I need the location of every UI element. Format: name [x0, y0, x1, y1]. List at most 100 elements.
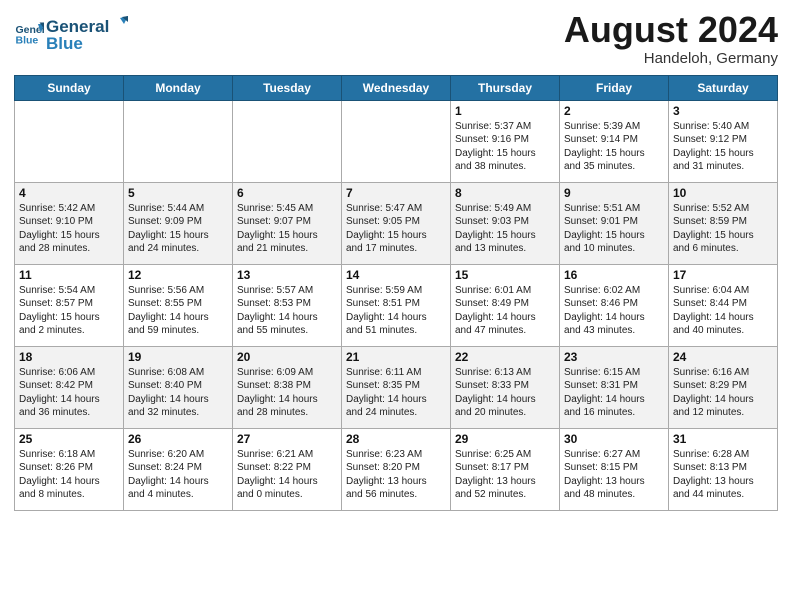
col-tuesday: Tuesday — [233, 75, 342, 100]
day-number: 22 — [455, 350, 555, 364]
calendar-cell: 8Sunrise: 5:49 AMSunset: 9:03 PMDaylight… — [451, 182, 560, 264]
calendar-cell: 10 Sunrise: 5:52 AMSunset: 8:59 PMDayligh… — [669, 182, 778, 264]
day-number: 8 — [455, 186, 555, 200]
calendar-cell: 29 Sunrise: 6:25 AMSunset: 8:17 PMDayligh… — [451, 428, 560, 510]
calendar-cell — [342, 100, 451, 182]
day-info: Sunrise: 6:18 AMSunset: 8:26 PMDaylight:… — [19, 448, 119, 502]
day-info: Sunrise: 5:45 AMSunset: 9:07 PMDaylight:… — [237, 202, 337, 256]
day-number: 15 — [455, 268, 555, 282]
calendar-cell: 15 Sunrise: 6:01 AMSunset: 8:49 PMDayligh… — [451, 264, 560, 346]
day-info: Sunrise: 5:39 AMSunset: 9:14 PMDaylight:… — [564, 120, 664, 174]
day-info: Sunrise: 5:51 AMSunset: 9:01 PMDaylight:… — [564, 202, 664, 256]
day-info: Sunrise: 6:02 AMSunset: 8:46 PMDaylight:… — [564, 284, 664, 338]
calendar-week-5: 25 Sunrise: 6:18 AMSunset: 8:26 PMDayligh… — [15, 428, 778, 510]
day-number: 5 — [128, 186, 228, 200]
day-number: 18 — [19, 350, 119, 364]
day-number: 3 — [673, 104, 773, 118]
day-info: Sunrise: 6:20 AMSunset: 8:24 PMDaylight:… — [128, 448, 228, 502]
day-number: 14 — [346, 268, 446, 282]
day-number: 30 — [564, 432, 664, 446]
calendar-week-2: 4Sunrise: 5:42 AMSunset: 9:10 PMDaylight… — [15, 182, 778, 264]
day-info: Sunrise: 5:40 AMSunset: 9:12 PMDaylight:… — [673, 120, 773, 174]
calendar-table: Sunday Monday Tuesday Wednesday Thursday… — [14, 75, 778, 511]
calendar-cell: 11Sunrise: 5:54 AMSunset: 8:57 PMDayligh… — [15, 264, 124, 346]
day-info: Sunrise: 6:25 AMSunset: 8:17 PMDaylight:… — [455, 448, 555, 502]
page: General Blue General Blue August 2024 Ha… — [0, 0, 792, 612]
calendar-cell: 7Sunrise: 5:47 AMSunset: 9:05 PMDaylight… — [342, 182, 451, 264]
day-info: Sunrise: 6:01 AMSunset: 8:49 PMDaylight:… — [455, 284, 555, 338]
col-saturday: Saturday — [669, 75, 778, 100]
day-info: Sunrise: 6:09 AMSunset: 8:38 PMDaylight:… — [237, 366, 337, 420]
col-monday: Monday — [124, 75, 233, 100]
col-friday: Friday — [560, 75, 669, 100]
day-number: 9 — [564, 186, 664, 200]
calendar-week-1: 1 Sunrise: 5:37 AMSunset: 9:16 PMDaylight… — [15, 100, 778, 182]
calendar-cell: 12 Sunrise: 5:56 AMSunset: 8:55 PMDayligh… — [124, 264, 233, 346]
day-number: 17 — [673, 268, 773, 282]
day-number: 21 — [346, 350, 446, 364]
calendar-cell: 21 Sunrise: 6:11 AMSunset: 8:35 PMDayligh… — [342, 346, 451, 428]
day-info: Sunrise: 6:04 AMSunset: 8:44 PMDaylight:… — [673, 284, 773, 338]
day-number: 24 — [673, 350, 773, 364]
day-number: 23 — [564, 350, 664, 364]
calendar-cell: 17 Sunrise: 6:04 AMSunset: 8:44 PMDayligh… — [669, 264, 778, 346]
day-number: 27 — [237, 432, 337, 446]
day-info: Sunrise: 6:21 AMSunset: 8:22 PMDaylight:… — [237, 448, 337, 502]
calendar-week-3: 11Sunrise: 5:54 AMSunset: 8:57 PMDayligh… — [15, 264, 778, 346]
day-number: 6 — [237, 186, 337, 200]
calendar-cell: 26 Sunrise: 6:20 AMSunset: 8:24 PMDayligh… — [124, 428, 233, 510]
calendar-cell: 1 Sunrise: 5:37 AMSunset: 9:16 PMDaylight… — [451, 100, 560, 182]
day-number: 19 — [128, 350, 228, 364]
day-info: Sunrise: 6:08 AMSunset: 8:40 PMDaylight:… — [128, 366, 228, 420]
calendar-cell: 25 Sunrise: 6:18 AMSunset: 8:26 PMDayligh… — [15, 428, 124, 510]
calendar-cell: 31 Sunrise: 6:28 AMSunset: 8:13 PMDayligh… — [669, 428, 778, 510]
calendar-cell: 14 Sunrise: 5:59 AMSunset: 8:51 PMDayligh… — [342, 264, 451, 346]
day-info: Sunrise: 6:28 AMSunset: 8:13 PMDaylight:… — [673, 448, 773, 502]
calendar-week-4: 18 Sunrise: 6:06 AMSunset: 8:42 PMDayligh… — [15, 346, 778, 428]
calendar-cell: 6 Sunrise: 5:45 AMSunset: 9:07 PMDaylight… — [233, 182, 342, 264]
calendar-cell: 19 Sunrise: 6:08 AMSunset: 8:40 PMDayligh… — [124, 346, 233, 428]
day-info: Sunrise: 5:47 AMSunset: 9:05 PMDaylight:… — [346, 202, 446, 256]
day-number: 29 — [455, 432, 555, 446]
calendar-cell: 30Sunrise: 6:27 AMSunset: 8:15 PMDayligh… — [560, 428, 669, 510]
col-thursday: Thursday — [451, 75, 560, 100]
day-info: Sunrise: 5:59 AMSunset: 8:51 PMDaylight:… — [346, 284, 446, 338]
month-year-title: August 2024 — [564, 10, 778, 50]
calendar-cell: 4Sunrise: 5:42 AMSunset: 9:10 PMDaylight… — [15, 182, 124, 264]
title-block: August 2024 Handeloh, Germany — [564, 10, 778, 67]
col-sunday: Sunday — [15, 75, 124, 100]
calendar-cell: 22Sunrise: 6:13 AMSunset: 8:33 PMDayligh… — [451, 346, 560, 428]
day-number: 25 — [19, 432, 119, 446]
day-info: Sunrise: 5:42 AMSunset: 9:10 PMDaylight:… — [19, 202, 119, 256]
day-number: 12 — [128, 268, 228, 282]
col-wednesday: Wednesday — [342, 75, 451, 100]
calendar-cell: 3 Sunrise: 5:40 AMSunset: 9:12 PMDaylight… — [669, 100, 778, 182]
day-info: Sunrise: 6:16 AMSunset: 8:29 PMDaylight:… — [673, 366, 773, 420]
day-number: 2 — [564, 104, 664, 118]
svg-text:Blue: Blue — [16, 35, 39, 47]
calendar-cell — [15, 100, 124, 182]
day-number: 10 — [673, 186, 773, 200]
day-info: Sunrise: 5:57 AMSunset: 8:53 PMDaylight:… — [237, 284, 337, 338]
day-number: 1 — [455, 104, 555, 118]
day-number: 31 — [673, 432, 773, 446]
day-info: Sunrise: 5:52 AMSunset: 8:59 PMDaylight:… — [673, 202, 773, 256]
logo-blue: Blue — [46, 34, 128, 54]
day-number: 28 — [346, 432, 446, 446]
day-info: Sunrise: 5:37 AMSunset: 9:16 PMDaylight:… — [455, 120, 555, 174]
day-info: Sunrise: 5:54 AMSunset: 8:57 PMDaylight:… — [19, 284, 119, 338]
calendar-cell: 5 Sunrise: 5:44 AMSunset: 9:09 PMDaylight… — [124, 182, 233, 264]
header-row: Sunday Monday Tuesday Wednesday Thursday… — [15, 75, 778, 100]
calendar-cell: 23 Sunrise: 6:15 AMSunset: 8:31 PMDayligh… — [560, 346, 669, 428]
day-info: Sunrise: 5:44 AMSunset: 9:09 PMDaylight:… — [128, 202, 228, 256]
calendar-cell: 9 Sunrise: 5:51 AMSunset: 9:01 PMDaylight… — [560, 182, 669, 264]
day-number: 16 — [564, 268, 664, 282]
day-info: Sunrise: 5:56 AMSunset: 8:55 PMDaylight:… — [128, 284, 228, 338]
day-info: Sunrise: 6:23 AMSunset: 8:20 PMDaylight:… — [346, 448, 446, 502]
calendar-cell: 20Sunrise: 6:09 AMSunset: 8:38 PMDayligh… — [233, 346, 342, 428]
day-number: 26 — [128, 432, 228, 446]
day-number: 13 — [237, 268, 337, 282]
day-info: Sunrise: 6:11 AMSunset: 8:35 PMDaylight:… — [346, 366, 446, 420]
day-info: Sunrise: 6:06 AMSunset: 8:42 PMDaylight:… — [19, 366, 119, 420]
day-info: Sunrise: 6:15 AMSunset: 8:31 PMDaylight:… — [564, 366, 664, 420]
